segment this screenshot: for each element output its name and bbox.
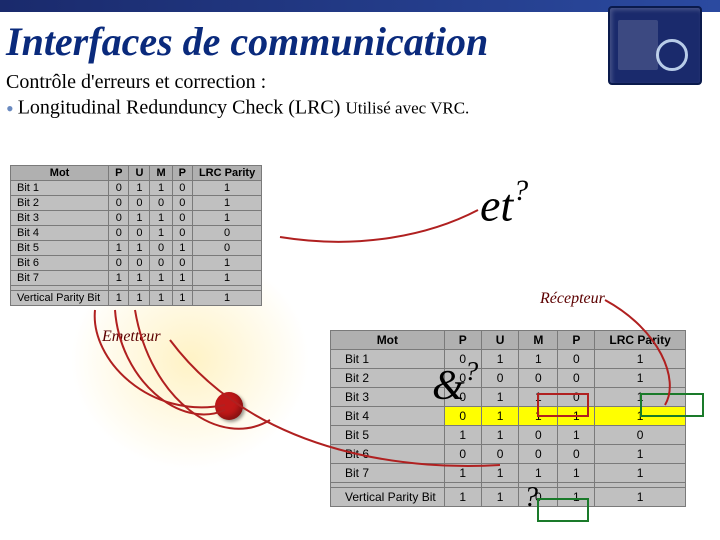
table-header-cell: M	[150, 166, 172, 181]
table-row: Bit 301101	[11, 211, 262, 226]
lrc-table-emitter: MotPUMPLRC Parity Bit 101101Bit 200001Bi…	[10, 165, 262, 306]
highlight-box-parity	[537, 498, 589, 522]
lrc-table-receiver: MotPUMPLRC Parity Bit 101101Bit 200001Bi…	[330, 330, 686, 507]
table-header-cell: Mot	[11, 166, 109, 181]
table-header-cell: P	[558, 331, 595, 350]
table-row: Bit 301101	[331, 388, 686, 407]
highlight-box-lrc	[640, 393, 704, 417]
table-row: Bit 711111	[11, 271, 262, 286]
table-row: Bit 511010	[11, 241, 262, 256]
table-header-row: MotPUMPLRC Parity	[331, 331, 686, 350]
annotation-et-question: et?	[480, 178, 528, 231]
parity-row: Vertical Parity Bit11111	[11, 291, 262, 306]
label-emetteur: Emetteur	[102, 328, 161, 346]
table-header-cell: U	[481, 331, 519, 350]
device-illustration	[608, 6, 702, 85]
annotation-amp-question: &?	[432, 360, 478, 410]
table-row: Bit 711111	[331, 464, 686, 483]
table-row: Bit 600001	[331, 445, 686, 464]
red-dot-icon	[215, 392, 243, 420]
table-row: Bit 200001	[331, 369, 686, 388]
table-row: Bit 401111	[331, 407, 686, 426]
label-recepteur: Récepteur	[540, 290, 605, 308]
table-row: Bit 101101	[331, 350, 686, 369]
subtitle-line-2: •Longitudinal Redunduncy Check (LRC) Uti…	[6, 96, 720, 122]
table-row: Bit 511010	[331, 426, 686, 445]
annotation-question: ?	[524, 482, 538, 514]
parity-row: Vertical Parity Bit11011	[331, 488, 686, 507]
table-header-cell: Mot	[331, 331, 445, 350]
table-row: Bit 400100	[11, 226, 262, 241]
table-header-cell: LRC Parity	[192, 166, 261, 181]
table-header-cell: LRC Parity	[595, 331, 685, 350]
table-header-cell: P	[172, 166, 192, 181]
table-header-cell: P	[444, 331, 481, 350]
table-header-cell: P	[109, 166, 129, 181]
table-row: Bit 200001	[11, 196, 262, 211]
table-header-cell: M	[519, 331, 558, 350]
table-row: Bit 101101	[11, 181, 262, 196]
table-header-row: MotPUMPLRC Parity	[11, 166, 262, 181]
highlight-box-cell-m	[537, 393, 589, 417]
table-row: Bit 600001	[11, 256, 262, 271]
table-header-cell: U	[129, 166, 150, 181]
